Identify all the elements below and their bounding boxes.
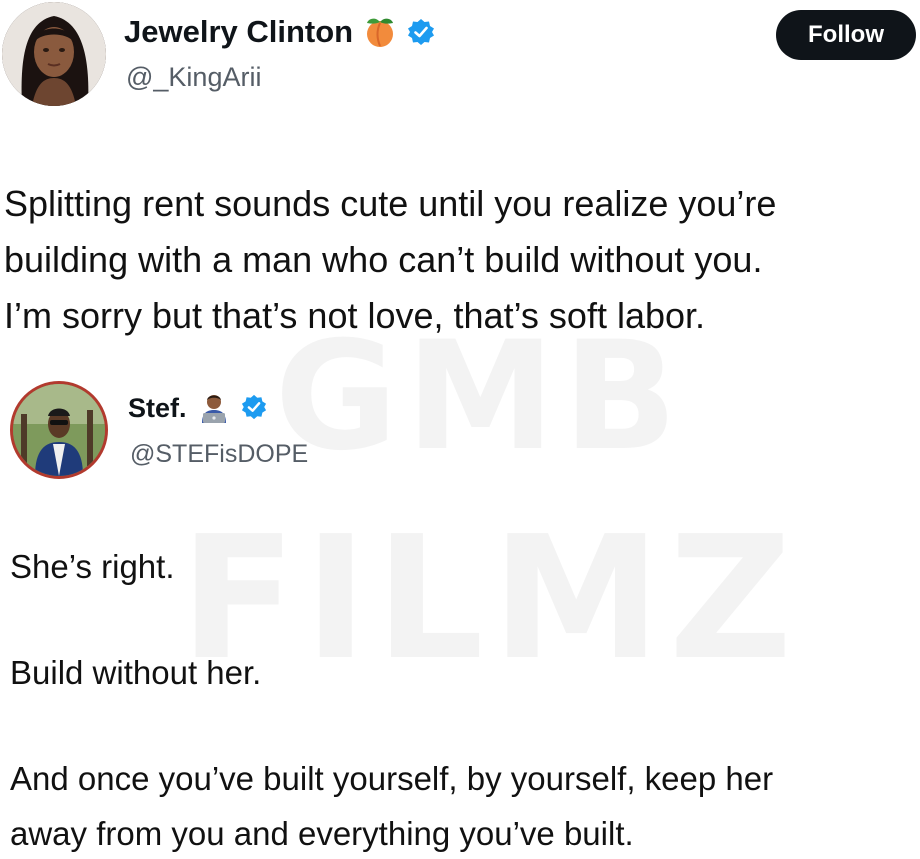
post-text-line: Splitting rent sounds cute until you rea… [4, 183, 777, 224]
post-text-line: building with a man who can’t build with… [4, 239, 763, 280]
watermark: GMB FILMZ [180, 300, 801, 820]
follow-button[interactable]: Follow [776, 10, 916, 60]
author-display-name[interactable]: Jewelry Clinton [124, 14, 353, 50]
reply-text-line: And once you’ve built yourself, by yours… [10, 760, 774, 797]
post-text: Splitting rent sounds cute until you rea… [4, 176, 916, 344]
post-text-line: I’m sorry but that’s not love, that’s so… [4, 295, 706, 336]
peach-icon [363, 15, 397, 49]
reply-author-handle[interactable]: @STEFisDOPE [130, 440, 308, 469]
reply-author-name-row: Stef. [128, 392, 269, 424]
reply-text-line: Build without her. [10, 654, 262, 691]
reply-text-line: She’s right. [10, 548, 175, 585]
watermark-line-2: FILMZ [180, 500, 801, 698]
author-avatar[interactable] [2, 2, 106, 106]
verified-badge-icon [407, 18, 435, 46]
reply-author-display-name[interactable]: Stef. [128, 393, 187, 424]
technologist-icon [197, 391, 231, 425]
reply-text-line: away from you and everything you’ve buil… [10, 815, 634, 852]
verified-badge-icon [241, 394, 269, 422]
author-name-row: Jewelry Clinton [124, 12, 435, 52]
author-handle[interactable]: @_KingArii [126, 62, 261, 93]
reply-author-avatar[interactable] [10, 381, 108, 479]
author-avatar-photo [2, 2, 106, 106]
reply-avatar-photo [13, 384, 105, 476]
